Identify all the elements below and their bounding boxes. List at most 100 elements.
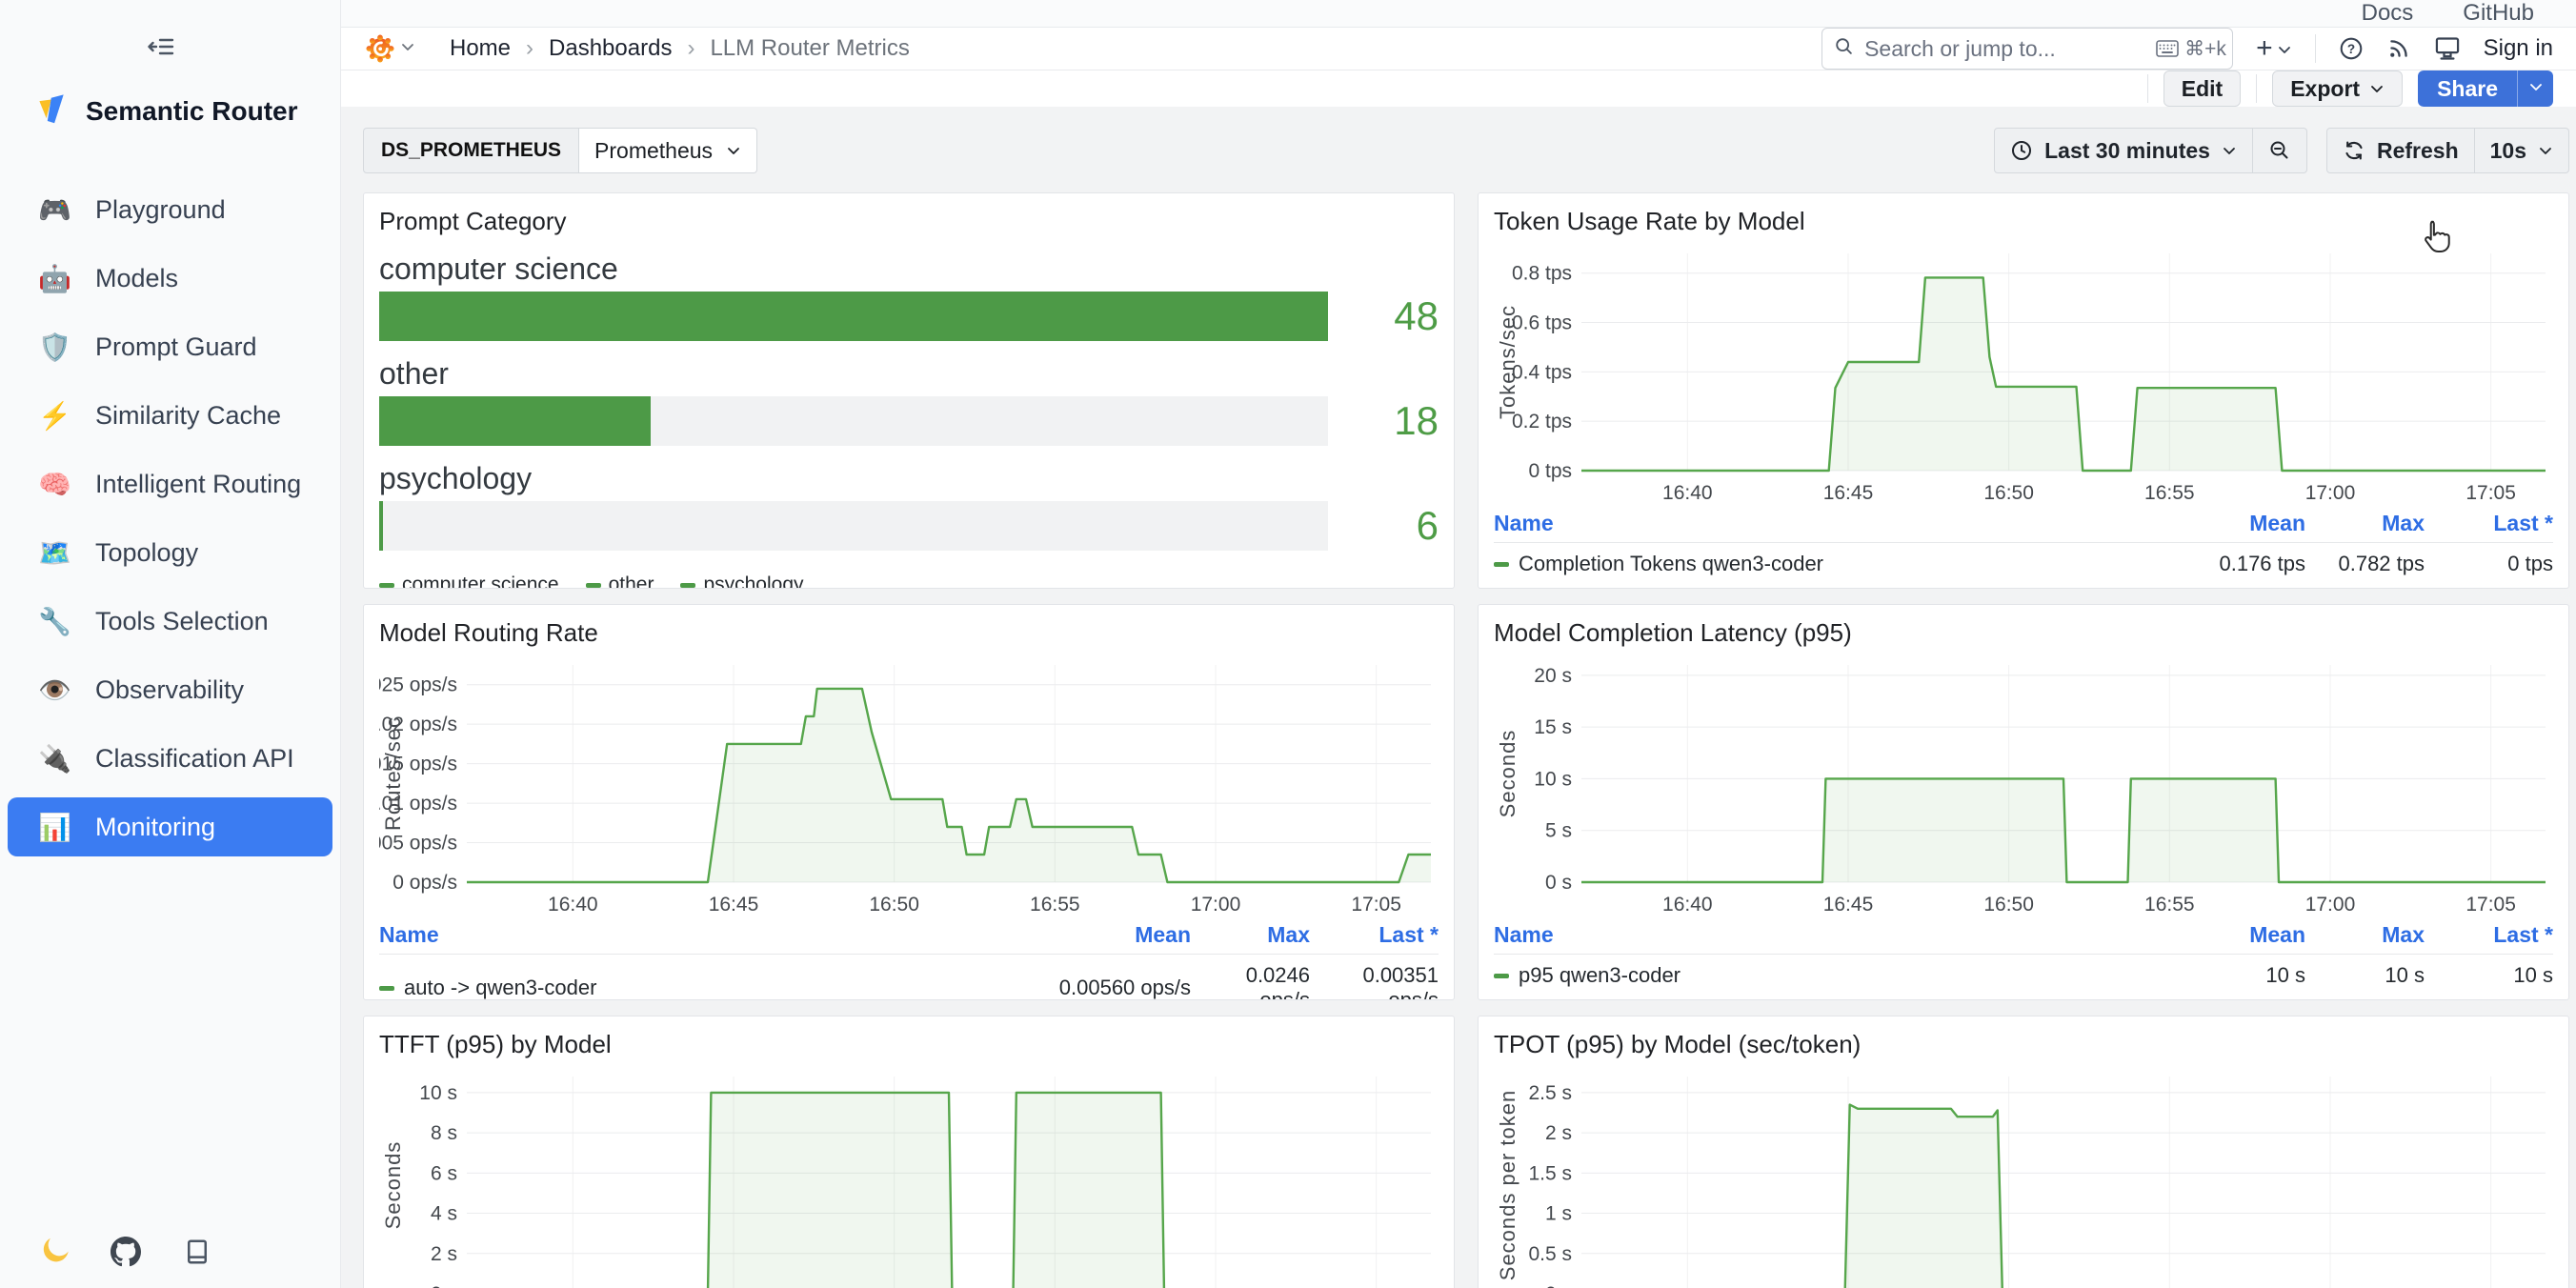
monitoring-icon: 📊	[38, 812, 70, 843]
gauge-value: 6	[1328, 503, 1439, 549]
legend-col-mean[interactable]: Mean	[1010, 922, 1191, 948]
observability-icon: 👁️	[38, 674, 70, 706]
legend-col-max[interactable]: Max	[1191, 922, 1310, 948]
legend-col-name[interactable]: Name	[379, 922, 1010, 948]
svg-text:10 s: 10 s	[1534, 768, 1572, 790]
svg-text:16:50: 16:50	[869, 894, 919, 916]
new-dashboard-button[interactable]: +	[2256, 32, 2292, 65]
sidebar-item-similarity-cache[interactable]: ⚡Similarity Cache	[8, 386, 332, 445]
legend-col-name[interactable]: Name	[1494, 922, 2124, 948]
legend-item-other[interactable]: other	[586, 574, 654, 589]
panel-title[interactable]: Model Routing Rate	[379, 618, 1439, 648]
sidebar-item-monitoring[interactable]: 📊Monitoring	[8, 797, 332, 856]
last-value: 0.00351 ops/s	[1310, 963, 1439, 1000]
series-toggle[interactable]: Completion Tokens qwen3-coder	[1494, 552, 2124, 576]
export-button[interactable]: Export	[2272, 70, 2403, 107]
datasource-select[interactable]: Prometheus	[579, 128, 757, 173]
topology-icon: 🗺️	[38, 537, 70, 569]
theme-toggle-moon-icon[interactable]	[38, 1237, 69, 1267]
similarity-cache-icon: ⚡	[38, 400, 70, 432]
sidebar-item-playground[interactable]: 🎮Playground	[8, 180, 332, 239]
svg-text:0.005 ops/s: 0.005 ops/s	[379, 833, 457, 855]
ttft-chart[interactable]: 0 s2 s4 s6 s8 s10 s16:4016:4516:5016:551…	[379, 1061, 1439, 1288]
sidebar-footer	[38, 1237, 211, 1267]
legend-header: Name Mean Max Last *	[1494, 507, 2553, 542]
refresh-interval-select[interactable]: 10s	[2475, 128, 2569, 173]
dashboard-canvas: DS_PROMETHEUS Prometheus Last 30 minutes	[341, 107, 2576, 1288]
panel-tpot: TPOT (p95) by Model (sec/token) 0 s0.5 s…	[1478, 1016, 2569, 1288]
svg-text:1.5 s: 1.5 s	[1528, 1162, 1572, 1184]
legend-item-psychology[interactable]: psychology	[680, 574, 803, 589]
legend-col-mean[interactable]: Mean	[2124, 511, 2305, 536]
completion-latency-chart[interactable]: 0 s5 s10 s15 s20 s16:4016:4516:5016:5517…	[1494, 650, 2553, 918]
news-rss-icon[interactable]	[2386, 36, 2411, 61]
classification-api-icon: 🔌	[38, 743, 70, 775]
refresh-icon	[2343, 139, 2365, 162]
last-value: 10 s	[2425, 963, 2553, 988]
panel-title[interactable]: TTFT (p95) by Model	[379, 1030, 1439, 1059]
chevron-down-icon	[2222, 138, 2237, 164]
legend-col-max[interactable]: Max	[2305, 511, 2425, 536]
svg-text:Seconds: Seconds	[381, 1141, 405, 1230]
intelligent-routing-icon: 🧠	[38, 469, 70, 500]
sidebar-item-observability[interactable]: 👁️Observability	[8, 660, 332, 719]
mean-value: 0.00560 ops/s	[1010, 976, 1191, 1000]
svg-text:16:45: 16:45	[709, 894, 759, 916]
panel-title[interactable]: Model Completion Latency (p95)	[1494, 618, 2553, 648]
edit-button[interactable]: Edit	[2163, 70, 2241, 107]
legend-item-computer-science[interactable]: computer science	[379, 574, 559, 589]
docs-link[interactable]: Docs	[2362, 0, 2414, 27]
time-range-picker[interactable]: Last 30 minutes	[1994, 128, 2253, 173]
panel-title[interactable]: Prompt Category	[379, 207, 1439, 236]
search-input[interactable]	[1864, 36, 2146, 62]
breadcrumb-separator: ›	[687, 35, 694, 62]
svg-text:16:50: 16:50	[1983, 482, 2034, 504]
sidebar-item-tools-selection[interactable]: 🔧Tools Selection	[8, 592, 332, 651]
svg-text:16:45: 16:45	[1823, 482, 1874, 504]
legend-col-last[interactable]: Last *	[2425, 511, 2553, 536]
prompt-guard-icon: 🛡️	[38, 332, 70, 363]
refresh-button[interactable]: Refresh	[2326, 128, 2475, 173]
svg-text:0.4 tps: 0.4 tps	[1512, 361, 1572, 383]
prompt-category-bar-gauge[interactable]: computer science48other18psychology6	[379, 252, 1439, 551]
sidebar-item-classification-api[interactable]: 🔌Classification API	[8, 729, 332, 788]
svg-text:0.6 tps: 0.6 tps	[1512, 312, 1572, 334]
legend-col-last[interactable]: Last *	[2425, 922, 2553, 948]
panel-title[interactable]: TPOT (p95) by Model (sec/token)	[1494, 1030, 2553, 1059]
svg-text:?: ?	[2346, 42, 2354, 56]
github-icon[interactable]	[111, 1237, 141, 1267]
mean-value: 10 s	[2124, 963, 2305, 988]
sidebar-item-prompt-guard[interactable]: 🛡️Prompt Guard	[8, 317, 332, 376]
github-link[interactable]: GitHub	[2463, 0, 2534, 27]
tpot-chart[interactable]: 0 s0.5 s1 s1.5 s2 s2.5 s16:4016:4516:501…	[1494, 1061, 2553, 1288]
sidebar-item-models[interactable]: 🤖Models	[8, 249, 332, 308]
legend-col-name[interactable]: Name	[1494, 511, 2124, 536]
gauge-bar-psychology: psychology6	[379, 461, 1439, 551]
divider	[2315, 34, 2316, 63]
zoom-out-time-button[interactable]	[2253, 128, 2307, 173]
share-button[interactable]: Share	[2418, 70, 2517, 107]
grafana-logo-menu[interactable]	[366, 34, 415, 63]
series-toggle[interactable]: auto -> qwen3-coder	[379, 976, 1010, 1000]
last-value: 0 tps	[2425, 552, 2553, 576]
svg-text:2 s: 2 s	[431, 1243, 457, 1265]
routing-rate-chart[interactable]: 0 ops/s0.005 ops/s0.01 ops/s0.015 ops/s0…	[379, 650, 1439, 918]
svg-text:0 tps: 0 tps	[1528, 460, 1572, 482]
docs-book-icon[interactable]	[183, 1238, 211, 1266]
collapse-sidebar-icon[interactable]	[148, 32, 176, 66]
breadcrumb-dashboards[interactable]: Dashboards	[549, 35, 672, 62]
display-monitor-icon[interactable]	[2434, 36, 2461, 61]
share-options-button[interactable]	[2517, 70, 2553, 107]
series-toggle[interactable]: p95 qwen3-coder	[1494, 963, 2124, 988]
sidebar-item-topology[interactable]: 🗺️Topology	[8, 523, 332, 582]
legend-col-last[interactable]: Last *	[1310, 922, 1439, 948]
panel-title[interactable]: Token Usage Rate by Model	[1494, 207, 2553, 236]
legend-col-max[interactable]: Max	[2305, 922, 2425, 948]
sign-in-button[interactable]: Sign in	[2484, 35, 2553, 62]
sidebar-item-intelligent-routing[interactable]: 🧠Intelligent Routing	[8, 454, 332, 513]
breadcrumb-home[interactable]: Home	[450, 35, 511, 62]
topbar: Docs GitHub	[341, 0, 2576, 28]
legend-col-mean[interactable]: Mean	[2124, 922, 2305, 948]
help-icon[interactable]: ?	[2339, 36, 2364, 61]
token-usage-chart[interactable]: 0 tps0.2 tps0.4 tps0.6 tps0.8 tps16:4016…	[1494, 238, 2553, 507]
